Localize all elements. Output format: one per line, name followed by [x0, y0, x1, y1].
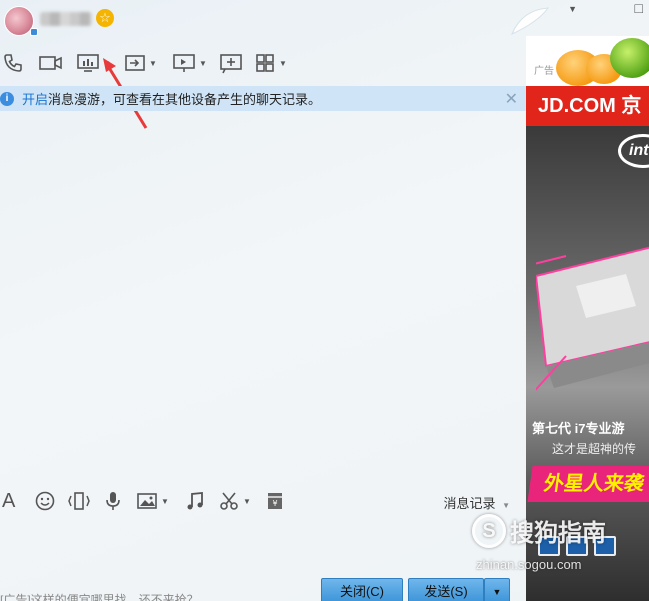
voice-button[interactable] [102, 489, 124, 513]
chevron-down-icon[interactable]: ▼ [199, 59, 207, 68]
jd-brand-bar: JD.COM 京 [526, 86, 649, 126]
notice-text: 消息漫游，可查看在其他设备产生的聊天记录。 [48, 92, 322, 107]
text-ad-link[interactable]: [广告]这样的便宜哪里找，还不来抢？ [0, 591, 199, 601]
shake-button[interactable] [66, 489, 92, 513]
video-icon [39, 56, 62, 70]
emoji-button[interactable] [34, 489, 56, 513]
music-icon [187, 492, 203, 510]
message-roaming-notice: i 开启 消息漫游，可查看在其他设备产生的聊天记录。 ✕ [0, 86, 526, 111]
apps-button[interactable]: ▼ [254, 48, 287, 78]
ad-subheadline: 这才是超神的传 [552, 442, 637, 456]
gift-button[interactable]: ¥ [264, 489, 286, 513]
lime-image [610, 38, 649, 78]
watermark-text: 搜狗指南 [510, 520, 606, 547]
share-screen-button[interactable] [219, 48, 243, 78]
phone-button[interactable] [2, 48, 24, 78]
font-icon: A [2, 489, 16, 512]
image-icon [137, 493, 157, 509]
intel-logo: int [618, 134, 649, 168]
screenshot-icon [220, 492, 238, 510]
voice-icon [106, 492, 120, 510]
message-history-label: 消息记录 [443, 496, 496, 511]
sogou-logo-icon: S [472, 513, 506, 548]
svg-text:¥: ¥ [272, 499, 277, 508]
ad-headline: 第七代 i7专业游 [532, 421, 625, 436]
message-history-link[interactable]: 消息记录 ▼ [443, 493, 510, 512]
maximize-button[interactable]: □ [635, 0, 643, 16]
apps-icon [256, 54, 274, 72]
font-button[interactable]: A [2, 489, 15, 513]
remote-desktop-button[interactable]: ▼ [172, 48, 207, 78]
input-toolbar: A ▼ ▼ ¥ 消息记录 ▼ [0, 487, 526, 515]
emoji-icon [35, 491, 55, 511]
chevron-down-icon[interactable]: ▼ [243, 497, 251, 506]
sogou-watermark: S 搜狗指南 [472, 513, 606, 548]
phone-icon [4, 54, 22, 72]
send-button[interactable]: 发送(S) [408, 578, 484, 601]
vip-star-icon[interactable]: ☆ [96, 9, 114, 27]
shake-icon [68, 492, 90, 510]
enable-roaming-link[interactable]: 开启 [22, 89, 48, 108]
device-badge-icon [30, 28, 38, 36]
chevron-down-icon: ▼ [502, 501, 510, 510]
contact-name-blurred[interactable] [40, 12, 92, 26]
feather-decoration-icon [511, 7, 550, 35]
chat-toolbar: ▼ ▼ ▼ ▼ [0, 48, 526, 78]
screenshot-button[interactable]: ▼ [218, 489, 251, 513]
laptop-image [536, 246, 649, 391]
info-icon: i [0, 91, 14, 106]
close-icon[interactable]: ✕ [505, 89, 518, 109]
chevron-down-icon[interactable]: ▼ [279, 59, 287, 68]
music-button[interactable] [184, 489, 206, 513]
remote-desktop-icon [173, 54, 195, 72]
chevron-down-icon[interactable]: ▼ [161, 497, 169, 506]
ad-fruit-banner[interactable]: 广告 [526, 36, 649, 86]
screen-share-icon [77, 54, 99, 72]
share-screen-icon [220, 54, 242, 74]
gift-icon: ¥ [268, 493, 282, 509]
chat-pane: ☆ ▼ ▼ ▼ ▼ i [0, 0, 526, 601]
ad-cta[interactable]: 外星人来袭 [527, 466, 649, 502]
title-bar: ☆ [0, 0, 526, 40]
watermark-url: zhinan.sogou.com [476, 557, 582, 572]
send-options-button[interactable]: ▼ [484, 578, 510, 601]
video-call-button[interactable] [38, 48, 64, 78]
image-button[interactable]: ▼ [136, 489, 169, 513]
close-button[interactable]: 关闭(C) [321, 578, 403, 601]
minimize-button[interactable]: ▼ [568, 4, 577, 14]
ad-label: 广告 [534, 66, 554, 77]
